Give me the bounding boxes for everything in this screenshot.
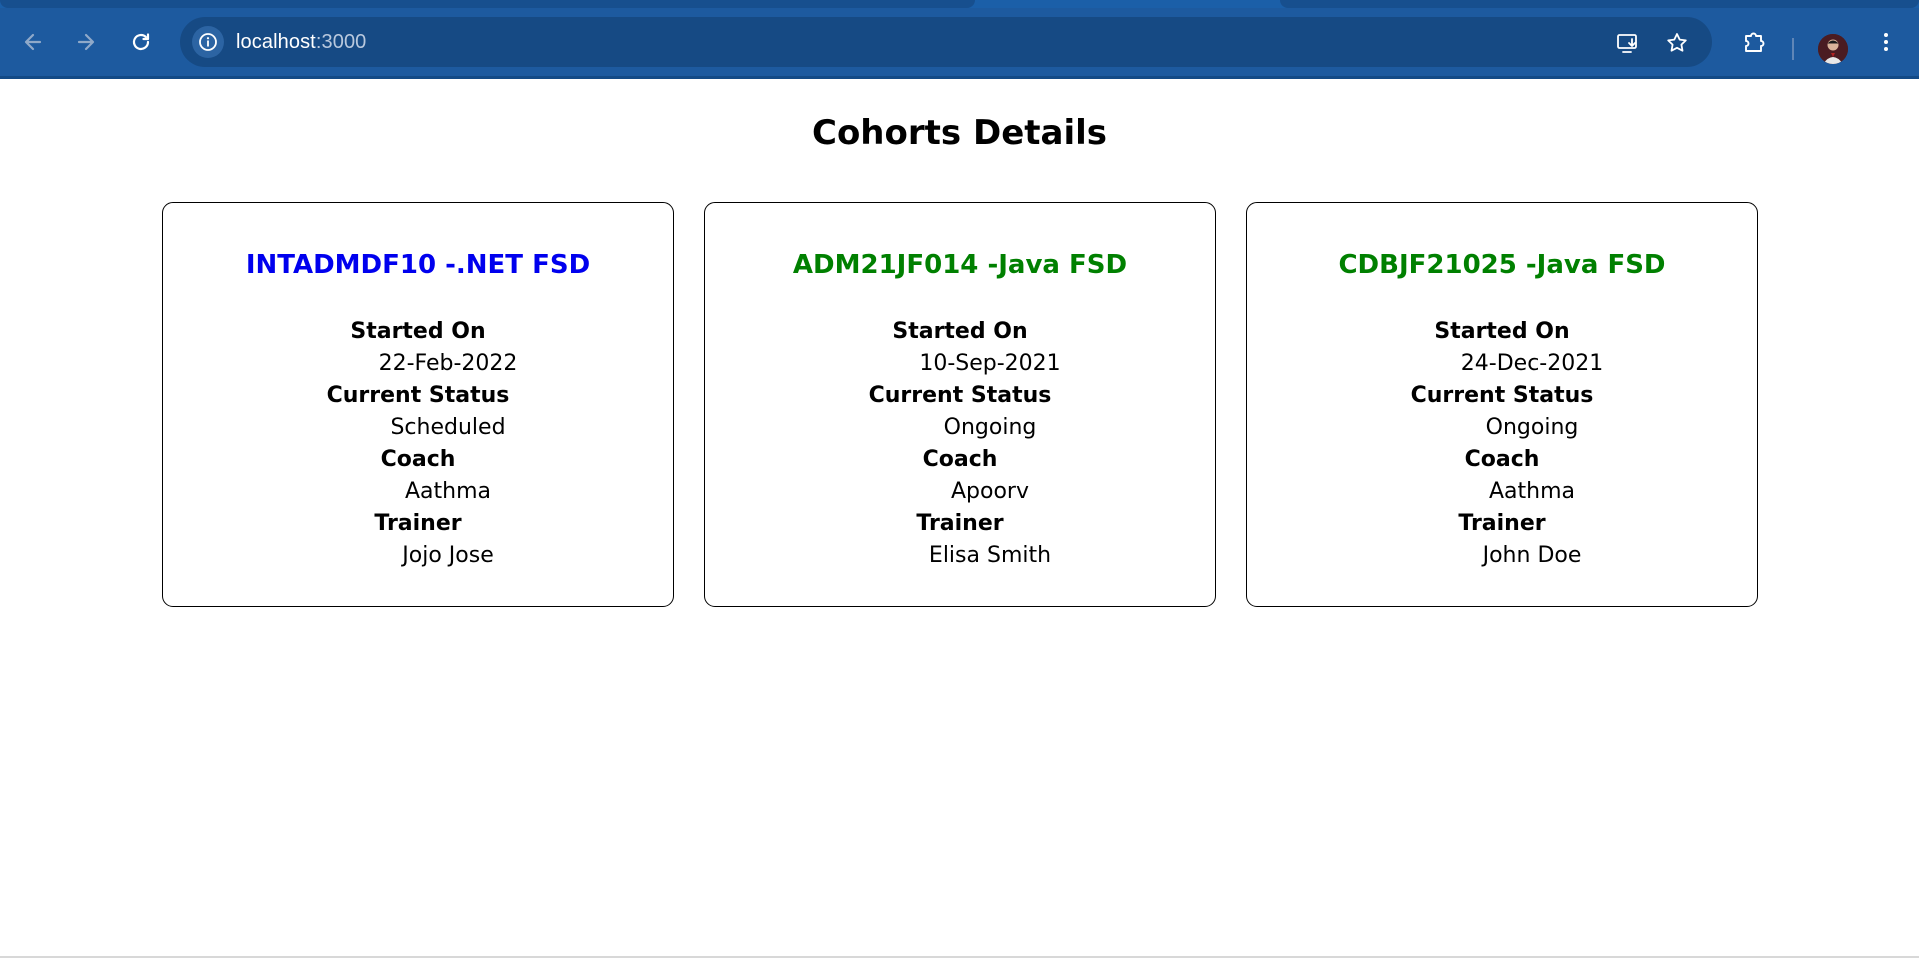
current-status-value: Ongoing: [1485, 415, 1579, 440]
address-bar[interactable]: localhost:3000: [180, 17, 1712, 67]
current-status-value: Ongoing: [943, 415, 1037, 440]
browser-menu-button[interactable]: [1870, 26, 1902, 58]
cohort-title: INTADMDF10 -.NET FSD: [245, 250, 591, 280]
cohort-details: Started On 10-Sep-2021 Current Status On…: [705, 316, 1215, 572]
back-button[interactable]: [16, 25, 50, 59]
puzzle-icon: [1745, 32, 1765, 52]
page-title: Cohorts Details: [812, 113, 1107, 153]
trainer-label: Trainer: [374, 511, 462, 536]
current-status-label: Current Status: [868, 383, 1052, 408]
cohort-card: ADM21JF014 -Java FSD Started On 10-Sep-2…: [704, 202, 1216, 607]
forward-button[interactable]: [69, 25, 103, 59]
trainer-value: John Doe: [1482, 543, 1582, 568]
avatar[interactable]: [1818, 34, 1848, 64]
coach-label: Coach: [1464, 447, 1540, 472]
star-icon: [1667, 33, 1687, 52]
browser-toolbar: localhost:3000: [0, 8, 1919, 79]
started-on-label: Started On: [350, 319, 486, 344]
started-on-value: 24-Dec-2021: [1460, 351, 1604, 376]
reload-icon: [132, 33, 150, 51]
current-status-label: Current Status: [326, 383, 510, 408]
coach-value: Aathma: [404, 479, 491, 504]
coach-label: Coach: [380, 447, 456, 472]
cohort-title: ADM21JF014 -Java FSD: [792, 250, 1128, 280]
current-status-value: Scheduled: [390, 415, 506, 440]
cohort-title: CDBJF21025 -Java FSD: [1338, 250, 1666, 280]
url-port: :3000: [315, 31, 367, 53]
coach-value: Aathma: [1488, 479, 1575, 504]
coach-value: Apoorv: [951, 479, 1029, 504]
bookmark-button[interactable]: [1664, 30, 1690, 56]
browser-chrome: localhost:3000: [0, 0, 1919, 79]
started-on-label: Started On: [892, 319, 1028, 344]
started-on-value: 22-Feb-2022: [378, 351, 518, 376]
cohort-card: INTADMDF10 -.NET FSD Started On 22-Feb-2…: [162, 202, 674, 607]
kebab-menu-icon: [1884, 33, 1888, 51]
cohort-cards: INTADMDF10 -.NET FSD Started On 22-Feb-2…: [162, 202, 1759, 607]
install-app-button[interactable]: [1615, 30, 1641, 56]
site-info-button[interactable]: [192, 26, 224, 58]
profile-avatar-image: [1818, 34, 1848, 64]
trainer-label: Trainer: [1458, 511, 1546, 536]
trainer-label: Trainer: [916, 511, 1004, 536]
coach-label: Coach: [922, 447, 998, 472]
started-on-value: 10-Sep-2021: [919, 351, 1061, 376]
install-app-icon: [1617, 34, 1637, 53]
tab-inactive-left[interactable]: [0, 0, 975, 8]
arrow-right-icon: [77, 33, 95, 51]
trainer-value: Elisa Smith: [928, 543, 1052, 568]
cohort-details: Started On 24-Dec-2021 Current Status On…: [1247, 316, 1757, 572]
arrow-left-icon: [24, 33, 42, 51]
info-icon: [199, 33, 217, 51]
reload-button[interactable]: [124, 25, 158, 59]
current-status-label: Current Status: [1410, 383, 1594, 408]
cohort-card: CDBJF21025 -Java FSD Started On 24-Dec-2…: [1246, 202, 1758, 607]
url-host: localhost: [236, 31, 316, 53]
trainer-value: Jojo Jose: [402, 543, 494, 568]
page-content: Cohorts Details INTADMDF10 -.NET FSD Sta…: [0, 79, 1919, 958]
tab-inactive-right[interactable]: [1280, 0, 1919, 8]
toolbar-divider: [1792, 38, 1794, 60]
cohort-details: Started On 22-Feb-2022 Current Status Sc…: [163, 316, 673, 572]
extensions-button[interactable]: [1738, 26, 1770, 58]
started-on-label: Started On: [1434, 319, 1570, 344]
url-text: localhost:3000: [236, 31, 366, 54]
tab-strip: [0, 0, 1919, 8]
